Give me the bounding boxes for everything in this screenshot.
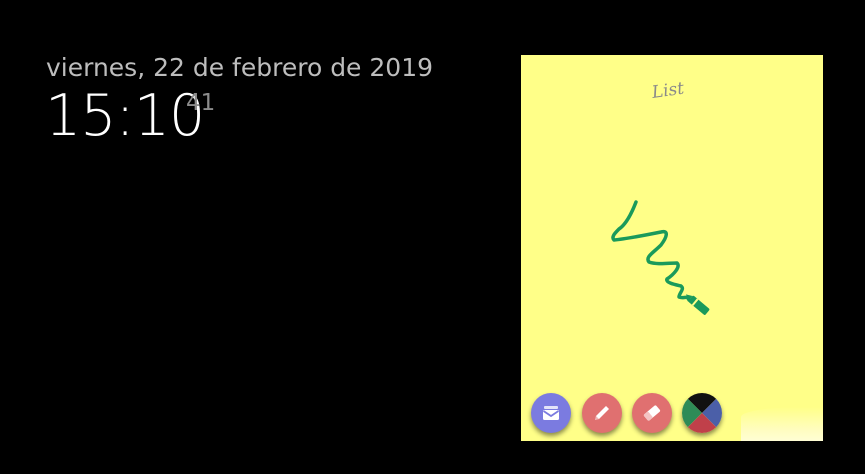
notes-button[interactable] (531, 393, 571, 433)
envelope-stack-icon (543, 406, 559, 420)
color-quadrant-icon (682, 393, 722, 433)
eraser-button[interactable] (632, 393, 672, 433)
eraser-icon (643, 405, 661, 421)
clock-time: 15:10 (45, 83, 205, 149)
clock: 15:10 41 (45, 83, 215, 149)
clock-seconds: 41 (186, 90, 216, 116)
screen: viernes, 22 de febrero de 2019 15:10 41 … (0, 0, 865, 474)
pen-button[interactable] (582, 393, 622, 433)
note-drawing-canvas[interactable] (521, 55, 823, 441)
pencil-icon (595, 406, 609, 420)
ink-stroke (611, 200, 691, 302)
marker-cursor-icon (685, 294, 710, 315)
sticky-note[interactable]: List (521, 55, 823, 441)
date-label: viernes, 22 de febrero de 2019 (46, 53, 434, 82)
color-picker-button[interactable] (682, 393, 722, 433)
